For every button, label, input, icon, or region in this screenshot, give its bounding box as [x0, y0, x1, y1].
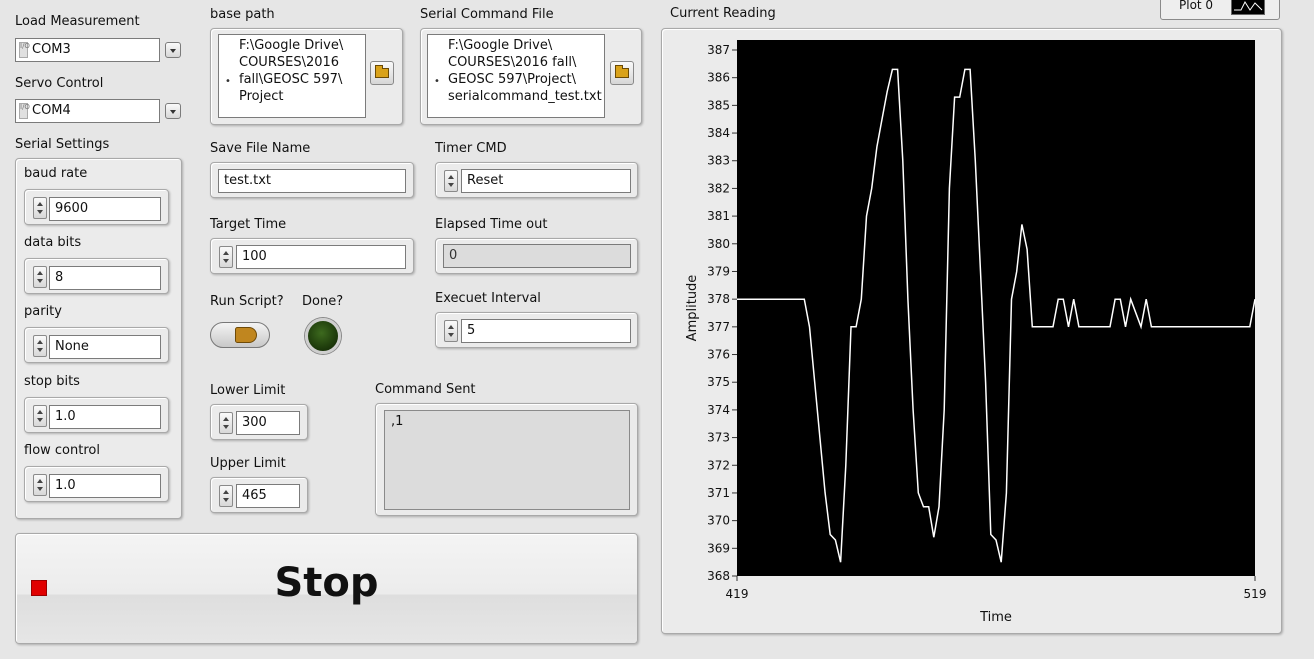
- folder-icon: [615, 65, 629, 78]
- base-path-line: F:\Google Drive\: [239, 38, 344, 53]
- command-sent-display: ,1: [384, 410, 630, 510]
- serial-command-file-line: serialcommand_test.txt: [448, 89, 602, 104]
- data-bits-label: data bits: [24, 235, 82, 250]
- visa-io-icon: I/O: [19, 42, 30, 58]
- plot-area: [737, 40, 1255, 576]
- serial-command-file-line: COURSES\2016 fall\: [448, 55, 577, 70]
- plot-line-icon: [1231, 0, 1265, 15]
- upper-limit-label: Upper Limit: [210, 456, 286, 471]
- visa-io-icon: I/O: [19, 103, 30, 119]
- timer-cmd-label: Timer CMD: [435, 141, 507, 156]
- load-measurement-select[interactable]: I/O COM3: [15, 38, 160, 62]
- command-sent-label: Command Sent: [375, 382, 476, 397]
- folder-icon: [375, 65, 389, 78]
- target-time-input[interactable]: 100: [236, 245, 406, 269]
- upper-limit-input[interactable]: 465: [236, 484, 300, 508]
- plot-legend-label: Plot 0: [1179, 0, 1214, 12]
- serial-command-file-label: Serial Command File: [420, 7, 554, 22]
- timer-cmd-input[interactable]: Reset: [461, 169, 631, 193]
- run-script-toggle-led: [235, 327, 257, 343]
- stop-bits-spinner[interactable]: [33, 405, 47, 427]
- stop-bits-label: stop bits: [24, 374, 80, 389]
- load-measurement-label: Load Measurement: [15, 14, 140, 29]
- baud-rate-label: baud rate: [24, 166, 88, 181]
- base-path-line: Project: [239, 89, 284, 104]
- done-label: Done?: [302, 294, 344, 309]
- base-path-label: base path: [210, 7, 275, 22]
- plot-legend[interactable]: Plot 0: [1160, 0, 1280, 20]
- data-bits-spinner[interactable]: [33, 266, 47, 288]
- servo-control-value: COM4: [32, 103, 71, 118]
- lower-limit-label: Lower Limit: [210, 383, 286, 398]
- servo-control-label: Servo Control: [15, 76, 104, 91]
- serial-command-file-browse-button[interactable]: [610, 61, 634, 85]
- serial-command-file-input[interactable]: • F:\Google Drive\ COURSES\2016 fall\ GE…: [427, 34, 605, 118]
- elapsed-time-out-label: Elapsed Time out: [435, 217, 548, 232]
- done-led-indicator: [305, 318, 341, 354]
- lower-limit-input[interactable]: 300: [236, 411, 300, 435]
- flow-control-label: flow control: [24, 443, 100, 458]
- load-measurement-value: COM3: [32, 42, 71, 57]
- path-icon: •: [225, 76, 231, 87]
- target-time-label: Target Time: [210, 217, 287, 232]
- data-bits-input[interactable]: 8: [49, 266, 161, 290]
- base-path-input[interactable]: • F:\Google Drive\ COURSES\2016 fall\GEO…: [218, 34, 366, 118]
- save-file-name-input[interactable]: test.txt: [218, 169, 406, 193]
- parity-spinner[interactable]: [33, 335, 47, 357]
- target-time-spinner[interactable]: [219, 246, 233, 268]
- stop-button[interactable]: Stop: [15, 533, 638, 644]
- load-measurement-dropdown-button[interactable]: [165, 42, 181, 58]
- servo-control-select[interactable]: I/O COM4: [15, 99, 160, 123]
- stop-bits-input[interactable]: 1.0: [49, 405, 161, 429]
- parity-input[interactable]: None: [49, 335, 161, 359]
- serial-command-file-line: GEOSC 597\Project\: [448, 72, 577, 87]
- base-path-line: COURSES\2016: [239, 55, 340, 70]
- path-icon: •: [434, 76, 440, 87]
- save-file-name-label: Save File Name: [210, 141, 311, 156]
- elapsed-time-out-display: 0: [443, 244, 631, 268]
- parity-label: parity: [24, 304, 62, 319]
- flow-control-input[interactable]: 1.0: [49, 474, 161, 498]
- servo-control-dropdown-button[interactable]: [165, 103, 181, 119]
- baud-rate-input[interactable]: 9600: [49, 197, 161, 221]
- serial-settings-label: Serial Settings: [15, 137, 110, 152]
- run-script-toggle[interactable]: [210, 322, 270, 348]
- timer-cmd-spinner[interactable]: [444, 170, 458, 192]
- upper-limit-spinner[interactable]: [219, 485, 233, 507]
- base-path-line: fall\GEOSC 597\: [239, 72, 343, 87]
- base-path-browse-button[interactable]: [370, 61, 394, 85]
- flow-control-spinner[interactable]: [33, 474, 47, 496]
- lower-limit-spinner[interactable]: [219, 412, 233, 434]
- baud-rate-spinner[interactable]: [33, 197, 47, 219]
- stop-button-label: Stop: [274, 560, 379, 606]
- serial-command-file-line: F:\Google Drive\: [448, 38, 553, 53]
- execute-interval-spinner[interactable]: [444, 320, 458, 342]
- run-script-label: Run Script?: [210, 294, 284, 309]
- current-reading-label: Current Reading: [670, 6, 776, 21]
- execute-interval-label: Execuet Interval: [435, 291, 541, 306]
- execute-interval-input[interactable]: 5: [461, 319, 631, 343]
